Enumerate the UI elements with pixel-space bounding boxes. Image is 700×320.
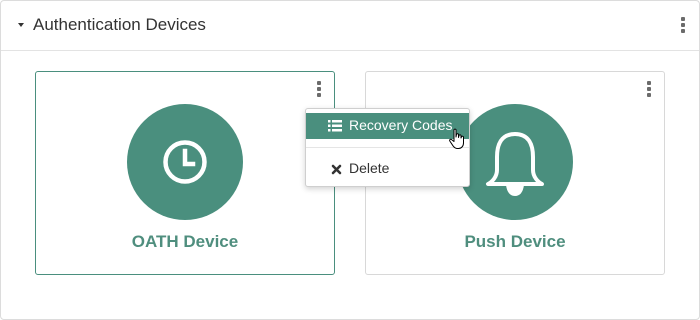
oath-card-kebab-menu-icon[interactable] <box>316 81 322 99</box>
menu-item-label: Delete <box>349 160 390 176</box>
menu-item-label: Recovery Codes <box>349 117 453 133</box>
bell-icon <box>486 132 544 197</box>
clock-icon <box>163 140 207 184</box>
hand-cursor-icon <box>449 128 464 149</box>
list-icon <box>328 120 342 132</box>
caret-down-icon[interactable] <box>18 23 24 27</box>
device-card-oath[interactable]: OATH Device <box>35 71 335 275</box>
device-label: OATH Device <box>131 232 239 251</box>
device-actions-dropdown: Recovery Codes Delete <box>305 108 470 187</box>
close-x-icon <box>331 164 342 175</box>
panel-header: Authentication Devices <box>1 1 699 51</box>
menu-divider <box>306 147 469 148</box>
push-card-kebab-menu-icon[interactable] <box>646 81 652 99</box>
push-device-avatar <box>457 104 573 220</box>
oath-device-avatar <box>127 104 243 220</box>
menu-item-recovery-codes[interactable]: Recovery Codes <box>306 113 469 139</box>
menu-item-delete[interactable]: Delete <box>306 156 469 182</box>
device-label: Push Device <box>464 232 566 251</box>
panel-kebab-menu-icon[interactable] <box>680 17 686 35</box>
panel-title: Authentication Devices <box>33 15 206 34</box>
